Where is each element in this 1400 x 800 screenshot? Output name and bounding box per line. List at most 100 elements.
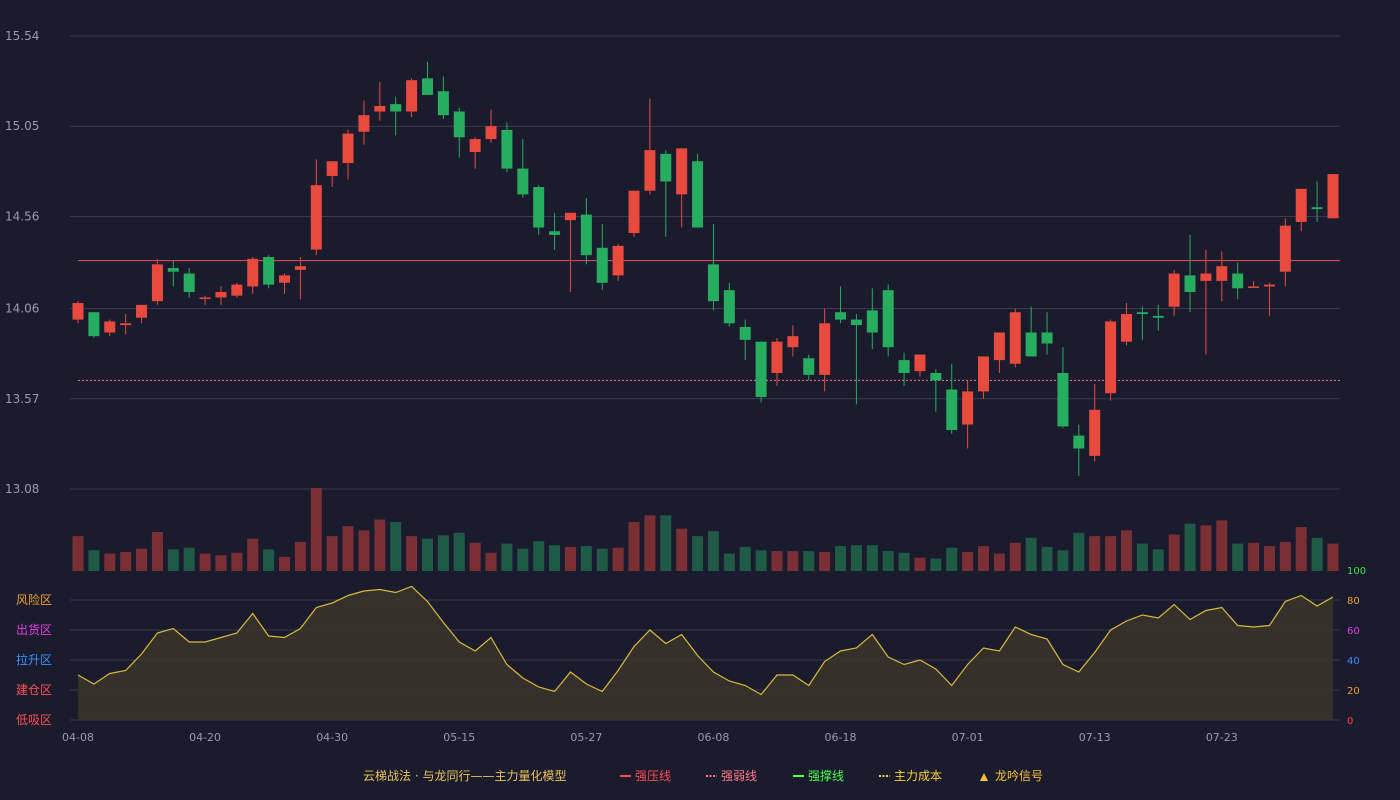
volume-bar bbox=[1105, 536, 1117, 571]
volume-bar bbox=[676, 528, 688, 571]
candle-body bbox=[803, 358, 815, 375]
candle-body bbox=[199, 297, 211, 299]
candle-body bbox=[358, 115, 370, 132]
volume-bar bbox=[978, 546, 990, 571]
candlestick-series bbox=[72, 61, 1339, 477]
candle-body bbox=[437, 91, 449, 116]
time-tick-label: 07-13 bbox=[1079, 731, 1111, 744]
volume-bar bbox=[1279, 541, 1291, 571]
volume-bar bbox=[596, 548, 608, 571]
candle-body bbox=[1311, 207, 1323, 210]
volume-bar bbox=[707, 531, 719, 571]
oscillator-zone-label: 低吸区 bbox=[16, 713, 52, 727]
time-tick-label: 04-30 bbox=[316, 731, 348, 744]
candle-body bbox=[993, 332, 1005, 361]
volume-bar bbox=[358, 530, 370, 571]
volume-bar bbox=[1089, 536, 1101, 571]
legend-item-label: 强撑线 bbox=[808, 768, 844, 783]
candle-body bbox=[787, 336, 799, 348]
oscillator-tick-label: 20 bbox=[1347, 686, 1360, 697]
candle-body bbox=[136, 304, 148, 318]
volume-bar bbox=[151, 531, 163, 571]
volume-bar bbox=[564, 546, 576, 571]
volume-bar bbox=[787, 551, 799, 571]
legend-item-label: 主力成本 bbox=[894, 769, 942, 783]
volume-bar bbox=[326, 536, 338, 571]
candle-body bbox=[914, 354, 926, 372]
candle-body bbox=[485, 126, 497, 140]
candle-body bbox=[279, 275, 291, 283]
oscillator-panel: 100 80 60 40 20 0 风险区出货区拉升区建仓区低吸区 bbox=[16, 566, 1366, 727]
volume-bar bbox=[104, 553, 116, 571]
volume-bar bbox=[1216, 520, 1228, 571]
candle-body bbox=[1327, 174, 1339, 219]
candle-body bbox=[533, 187, 545, 228]
volume-bar bbox=[819, 551, 831, 571]
candle-body bbox=[326, 161, 338, 176]
volume-bar bbox=[898, 552, 910, 571]
candle-body bbox=[1025, 332, 1037, 357]
volume-bar bbox=[294, 541, 306, 571]
candle-body bbox=[453, 111, 465, 138]
candle-body bbox=[1216, 266, 1228, 281]
candle-body bbox=[676, 148, 688, 195]
candle-body bbox=[1152, 315, 1164, 318]
legend-item-label: 强弱线 bbox=[721, 769, 757, 783]
volume-bar bbox=[660, 515, 672, 571]
volume-bar bbox=[517, 548, 529, 571]
candle-body bbox=[104, 321, 116, 333]
volume-bar bbox=[723, 553, 735, 571]
volume-bar bbox=[1168, 534, 1180, 571]
candle-body bbox=[1248, 286, 1260, 288]
volume-bar bbox=[231, 552, 243, 571]
candle-body bbox=[1232, 273, 1244, 289]
volume-bar bbox=[310, 488, 322, 571]
candle-body bbox=[183, 273, 195, 292]
volume-bar bbox=[1057, 550, 1069, 571]
volume-bar bbox=[167, 549, 179, 571]
candle-body bbox=[390, 104, 402, 112]
volume-bar bbox=[1009, 542, 1021, 571]
volume-bar bbox=[88, 550, 100, 571]
price-tick-label: 15.54 bbox=[5, 29, 39, 43]
volume-bar bbox=[914, 557, 926, 571]
candle-body bbox=[1279, 225, 1291, 272]
price-tick-label: 15.05 bbox=[5, 119, 39, 133]
candle-body bbox=[1295, 188, 1307, 222]
candle-body bbox=[1136, 312, 1148, 315]
volume-bar bbox=[183, 547, 195, 571]
volume-bar bbox=[263, 549, 275, 571]
chart-canvas: 15.54 15.05 14.56 14.06 13.57 13.08 100 80 60 40… bbox=[5, 29, 1366, 783]
volume-bar bbox=[946, 547, 958, 571]
price-tick-label: 14.06 bbox=[5, 302, 39, 316]
candle-body bbox=[517, 168, 529, 195]
candle-body bbox=[850, 319, 862, 326]
candle-body bbox=[406, 80, 418, 112]
candle-body bbox=[564, 212, 576, 221]
candle-body bbox=[628, 190, 640, 234]
chart-legend: 云梯战法 · 与龙同行——主力量化模型 强压线 强弱线 强撑线 主力成本 龙吟信号 bbox=[363, 768, 1043, 783]
volume-bar bbox=[1248, 542, 1260, 571]
candle-body bbox=[898, 360, 910, 373]
volume-bar bbox=[1327, 543, 1339, 571]
candle-body bbox=[247, 258, 259, 287]
candle-body bbox=[882, 290, 894, 348]
candle-body bbox=[771, 341, 783, 373]
candle-body bbox=[692, 161, 704, 228]
oscillator-tick-label: 100 bbox=[1347, 566, 1366, 577]
candle-body bbox=[151, 264, 163, 302]
volume-bar bbox=[771, 551, 783, 571]
time-tick-label: 05-27 bbox=[570, 731, 602, 744]
candle-body bbox=[263, 256, 275, 285]
volume-bar bbox=[866, 545, 878, 571]
candle-body bbox=[739, 326, 751, 340]
volume-bar bbox=[279, 556, 291, 571]
candle-body bbox=[501, 129, 513, 169]
volume-bar bbox=[1311, 537, 1323, 571]
oscillator-tick-label: 60 bbox=[1347, 626, 1360, 637]
candle-body bbox=[596, 247, 608, 283]
candle-body bbox=[88, 312, 100, 337]
volume-bar bbox=[247, 538, 259, 571]
volume-bar bbox=[612, 547, 624, 571]
candle-body bbox=[755, 341, 767, 397]
